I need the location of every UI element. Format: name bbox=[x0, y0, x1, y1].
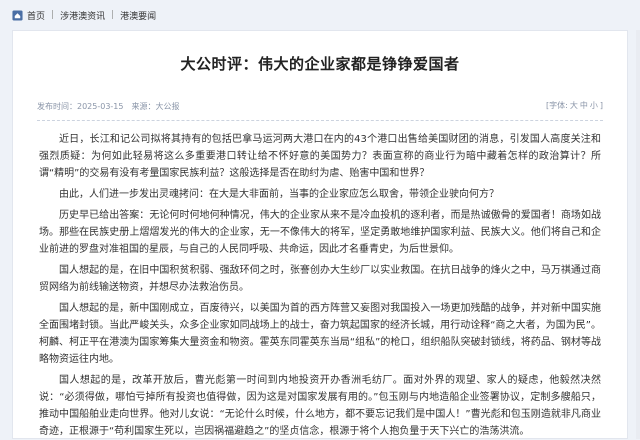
meta-divider bbox=[37, 120, 603, 121]
breadcrumb-level2-link[interactable]: 港澳要闻 bbox=[120, 9, 156, 22]
font-size-control: [字体: 大中小] bbox=[544, 100, 603, 111]
article-meta: 发布时间：2025-03-15 来源：大公报 [字体: 大中小] bbox=[37, 100, 603, 112]
font-small-button[interactable]: 小 bbox=[590, 101, 598, 110]
publish-date: 发布时间：2025-03-15 bbox=[37, 101, 124, 111]
breadcrumb-level1-link[interactable]: 涉港澳资讯 bbox=[60, 9, 105, 22]
article-paragraph: 国人想起的是，改革开放后，曹光彪第一时间到内地投资开办香洲毛纺厂。面对外界的观望… bbox=[39, 375, 601, 437]
breadcrumb-separator: | bbox=[51, 10, 55, 20]
article-card: 大公时评：伟大的企业家都是铮铮爱国者 发布时间：2025-03-15 来源：大公… bbox=[12, 30, 628, 439]
breadcrumb-separator: | bbox=[111, 10, 115, 20]
article-paragraph: 历史早已给出答案：无论何时何地何种情况，伟大的企业家从来不是冷血投机的逐利者，而… bbox=[39, 210, 601, 255]
article-body: 近日，长江和记公司拟将其持有的包括巴拿马运河两大港口在内的43个港口出售给美国财… bbox=[39, 131, 601, 440]
font-medium-button[interactable]: 中 bbox=[580, 101, 588, 110]
article-title: 大公时评：伟大的企业家都是铮铮爱国者 bbox=[180, 55, 460, 73]
font-large-button[interactable]: 大 bbox=[570, 101, 578, 110]
breadcrumb-home-link[interactable]: 首页 bbox=[27, 9, 45, 22]
breadcrumb: 首页 | 涉港澳资讯 | 港澳要闻 bbox=[0, 0, 640, 30]
scrollbar[interactable] bbox=[636, 30, 640, 439]
home-icon bbox=[12, 9, 23, 21]
article-paragraph: 国人想起的是，新中国刚成立，百废待兴，以美国为首的西方阵营又妄图对我国投入一场更… bbox=[39, 303, 601, 365]
article-paragraph: 由此，人们进一步发出灵魂拷问：在大是大非面前，当事的企业家应怎么取舍，带领企业驶… bbox=[59, 189, 499, 200]
font-size-label: [字体: bbox=[546, 101, 568, 110]
article-source: 来源：大公报 bbox=[131, 101, 180, 111]
article-paragraph: 近日，长江和记公司拟将其持有的包括巴拿马运河两大港口在内的43个港口出售给美国财… bbox=[39, 134, 601, 179]
article-paragraph: 国人想起的是，在旧中国积贫积弱、强敌环伺之时，张謇创办大生纱厂以实业救国。在抗日… bbox=[39, 265, 601, 293]
font-size-close: ] bbox=[599, 101, 603, 110]
